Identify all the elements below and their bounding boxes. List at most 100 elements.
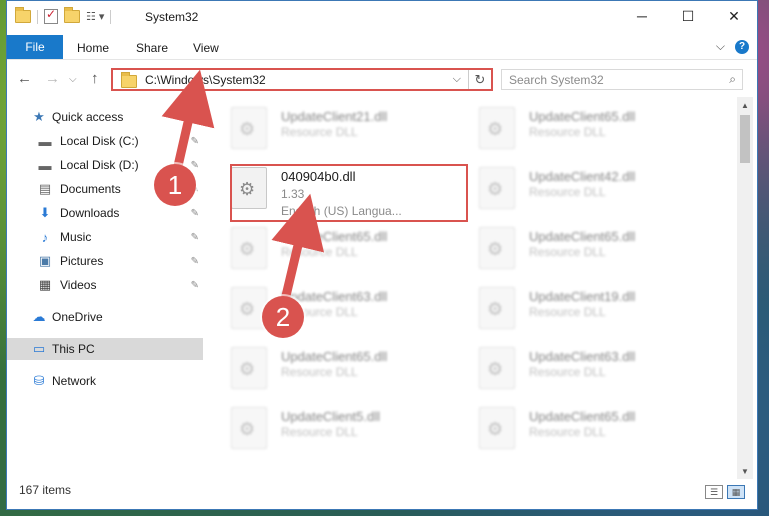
star-icon: ★: [33, 109, 45, 124]
dll-file-icon: [479, 347, 515, 389]
nav-item-this-pc[interactable]: ▭ This PC: [7, 338, 203, 360]
search-placeholder: Search System32: [509, 72, 604, 87]
dll-file-icon: [479, 227, 515, 269]
file-name: UpdateClient65.dll: [281, 229, 388, 244]
file-type: Resource DLL: [281, 365, 358, 379]
pin-icon[interactable]: ✎: [191, 136, 199, 147]
window-title: System32: [145, 10, 199, 24]
file-explorer-window: ☷ ▾ System32 ─ ☐ ✕ File Home Share View …: [6, 0, 758, 510]
file-item[interactable]: UpdateClient42.dll Resource DLL: [469, 157, 699, 211]
drive-icon: ▬: [38, 133, 52, 149]
scroll-down-icon[interactable]: ▼: [737, 463, 753, 479]
folder-icon: [121, 71, 137, 88]
file-name: UpdateClient5.dll: [281, 409, 381, 424]
file-item[interactable]: UpdateClient63.dll Resource DLL: [221, 277, 451, 331]
help-icon[interactable]: ?: [735, 39, 749, 54]
nav-item-local-disk-c[interactable]: ▬ Local Disk (C:) ✎: [7, 130, 203, 152]
up-button[interactable]: ↑: [91, 70, 99, 87]
minimize-button[interactable]: ─: [619, 1, 665, 31]
step-badge-2: 2: [262, 296, 304, 338]
nav-item-label: Quick access: [52, 110, 124, 124]
file-type: Resource DLL: [281, 125, 358, 139]
pin-icon[interactable]: ✎: [191, 160, 199, 171]
file-item[interactable]: UpdateClient63.dll Resource DLL: [469, 337, 699, 391]
nav-item-label: OneDrive: [52, 310, 103, 324]
nav-item-label: Music: [60, 230, 92, 244]
properties-icon[interactable]: [44, 7, 58, 24]
file-type: Resource DLL: [529, 305, 606, 319]
nav-item-music[interactable]: ♪ Music ✎: [7, 226, 203, 248]
file-name: UpdateClient21.dll: [281, 109, 388, 124]
file-name: UpdateClient42.dll: [529, 169, 636, 184]
dll-file-icon: [479, 407, 515, 449]
nav-item-label: Local Disk (C:): [60, 134, 139, 148]
new-folder-icon[interactable]: [64, 7, 80, 23]
pin-icon[interactable]: ✎: [191, 280, 199, 291]
downloads-icon: ⬇: [39, 205, 51, 220]
nav-item-pictures[interactable]: ▣ Pictures ✎: [7, 250, 203, 272]
file-item[interactable]: UpdateClient65.dll Resource DLL: [469, 397, 699, 451]
file-item[interactable]: UpdateClient19.dll Resource DLL: [469, 277, 699, 331]
file-item[interactable]: UpdateClient21.dll Resource DLL: [221, 97, 451, 151]
divider: [110, 9, 112, 24]
tab-file[interactable]: File: [7, 35, 63, 59]
quick-access-toolbar: ☷ ▾: [15, 7, 112, 24]
tab-home[interactable]: Home: [77, 41, 109, 55]
pin-icon[interactable]: ✎: [191, 208, 199, 219]
ribbon-controls: ⌵ ?: [716, 39, 749, 54]
file-name: UpdateClient65.dll: [529, 409, 636, 424]
recent-locations-button[interactable]: ⌵: [69, 74, 77, 85]
address-path[interactable]: C:\Windows\System32: [145, 73, 266, 87]
tab-view[interactable]: View: [193, 41, 219, 55]
file-item[interactable]: UpdateClient65.dll Resource DLL: [469, 97, 699, 151]
file-item[interactable]: UpdateClient65.dll Resource DLL: [221, 217, 451, 271]
file-item[interactable]: UpdateClient5.dll Resource DLL: [221, 397, 451, 451]
forward-button[interactable]: →: [45, 70, 60, 87]
nav-item-label: Pictures: [60, 254, 104, 268]
file-name: UpdateClient65.dll: [529, 229, 636, 244]
back-button[interactable]: ←: [17, 70, 32, 87]
search-icon[interactable]: ⌕: [729, 72, 736, 87]
highlight-box-file: [230, 164, 468, 222]
address-bar[interactable]: C:\Windows\System32 ⌵ ↻: [111, 68, 493, 91]
file-type: Resource DLL: [281, 425, 358, 439]
nav-item-onedrive[interactable]: ☁ OneDrive: [7, 306, 203, 328]
nav-item-label: This PC: [52, 342, 95, 356]
nav-item-quick-access[interactable]: ★ Quick access: [7, 106, 203, 128]
title-bar: ☷ ▾ System32 ─ ☐ ✕: [7, 1, 757, 33]
view-toggle: ☰ ▦: [705, 485, 745, 499]
nav-item-videos[interactable]: ▦ Videos ✎: [7, 274, 203, 296]
maximize-button[interactable]: ☐: [665, 1, 711, 31]
divider: [37, 9, 38, 24]
scroll-up-icon[interactable]: ▲: [737, 97, 753, 113]
tab-share[interactable]: Share: [136, 41, 168, 55]
nav-item-network[interactable]: ⛁ Network: [7, 370, 203, 392]
file-list: UpdateClient21.dll Resource DLL 040904b0…: [221, 97, 737, 477]
address-dropdown-icon[interactable]: ⌵: [453, 73, 461, 86]
dll-file-icon: [231, 287, 267, 329]
pin-icon[interactable]: ✎: [191, 232, 199, 243]
nav-item-label: Downloads: [60, 206, 120, 220]
file-item[interactable]: UpdateClient65.dll Resource DLL: [469, 217, 699, 271]
expand-ribbon-icon[interactable]: ⌵: [716, 39, 725, 54]
dll-file-icon: [231, 407, 267, 449]
file-name: UpdateClient63.dll: [529, 349, 636, 364]
dll-file-icon: [479, 287, 515, 329]
file-type: Resource DLL: [281, 245, 358, 259]
close-button[interactable]: ✕: [711, 1, 757, 31]
customize-toolbar-icon[interactable]: ☷ ▾: [86, 10, 104, 23]
vertical-scrollbar[interactable]: ▲ ▼: [737, 97, 753, 479]
nav-item-label: Network: [52, 374, 97, 388]
scroll-thumb[interactable]: [740, 115, 750, 163]
dll-file-icon: [231, 227, 267, 269]
refresh-button[interactable]: ↻: [468, 70, 491, 89]
dll-file-icon: [479, 167, 515, 209]
search-input[interactable]: Search System32 ⌕: [501, 69, 743, 90]
pin-icon[interactable]: ✎: [191, 256, 199, 267]
tiles-view-icon[interactable]: ▦: [727, 485, 745, 499]
nav-item-label: Documents: [60, 182, 121, 196]
documents-icon: ▤: [38, 181, 52, 196]
item-count: 167 items: [19, 483, 72, 497]
details-view-icon[interactable]: ☰: [705, 485, 723, 499]
file-item[interactable]: UpdateClient65.dll Resource DLL: [221, 337, 451, 391]
